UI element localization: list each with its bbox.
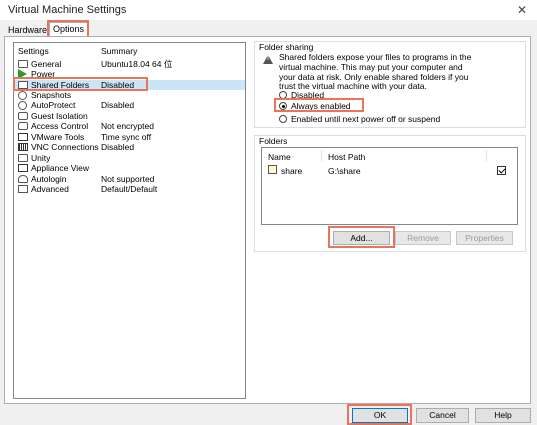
radio-always-enabled-label[interactable]: Always enabled <box>291 101 351 111</box>
host-path-column-header[interactable]: Host Path <box>328 152 365 162</box>
settings-column-header: Settings <box>18 46 49 56</box>
radio-always-enabled[interactable] <box>279 102 287 110</box>
list-item-advanced[interactable]: Advanced Default/Default <box>14 184 245 194</box>
item-name: Guest Isolation <box>31 111 88 121</box>
guest-isolation-icon <box>18 112 28 120</box>
item-summary: Not supported <box>101 174 155 184</box>
window-title: Virtual Machine Settings <box>8 4 127 16</box>
column-divider <box>486 150 487 162</box>
list-item-access-control[interactable]: Access Control Not encrypted <box>14 121 245 131</box>
folder-sharing-title: Folder sharing <box>259 42 314 52</box>
item-summary: Disabled <box>101 142 135 152</box>
vmware-tools-icon <box>18 133 28 141</box>
item-summary: Disabled <box>101 100 135 110</box>
radio-disabled-label[interactable]: Disabled <box>291 90 324 100</box>
item-name: Appliance View <box>31 163 89 173</box>
tab-options[interactable]: Options <box>49 22 88 37</box>
column-divider <box>321 150 322 162</box>
unity-icon <box>18 154 28 162</box>
list-item-snapshots[interactable]: Snapshots <box>14 90 245 100</box>
item-summary: Not encrypted <box>101 121 154 131</box>
cancel-button[interactable]: Cancel <box>416 408 469 423</box>
item-name: VNC Connections <box>31 142 99 152</box>
properties-button[interactable]: Properties <box>456 231 513 245</box>
general-icon <box>18 60 28 68</box>
list-item-autologin[interactable]: Autologin Not supported <box>14 174 245 184</box>
item-name: Autologin <box>31 174 67 184</box>
warning-text: Shared folders expose your files to prog… <box>279 52 472 92</box>
folders-title: Folders <box>259 136 288 146</box>
item-name: VMware Tools <box>31 132 85 142</box>
snapshots-icon <box>18 91 27 100</box>
item-summary: Disabled <box>101 80 135 90</box>
summary-column-header: Summary <box>101 46 138 56</box>
item-name: Advanced <box>31 184 69 194</box>
remove-button[interactable]: Remove <box>395 231 451 245</box>
item-summary: Default/Default <box>101 184 158 194</box>
warning-icon <box>263 55 273 64</box>
autologin-icon <box>18 175 28 183</box>
list-item-autoprotect[interactable]: AutoProtect Disabled <box>14 100 245 110</box>
list-item-general[interactable]: General Ubuntu18.04 64 位 <box>14 59 245 69</box>
item-name: Shared Folders <box>31 80 90 90</box>
shared-folder-icon <box>268 165 277 174</box>
list-item-shared-folders[interactable]: Shared Folders Disabled <box>14 80 245 90</box>
item-name: Power <box>31 69 56 79</box>
item-name: AutoProtect <box>31 100 76 110</box>
item-summary: Time sync off <box>101 132 152 142</box>
folder-enabled-checkbox[interactable] <box>497 166 506 175</box>
name-column-header[interactable]: Name <box>268 152 291 162</box>
item-name: Access Control <box>31 121 89 131</box>
folder-host-path[interactable]: G:\share <box>328 166 361 176</box>
power-icon <box>18 69 27 79</box>
access-control-icon <box>18 122 28 130</box>
item-name: General <box>31 59 62 69</box>
vnc-icon <box>18 143 28 151</box>
list-item-power[interactable]: Power <box>14 69 245 79</box>
list-item-guest-isolation[interactable]: Guest Isolation <box>14 111 245 121</box>
item-name: Unity <box>31 153 51 163</box>
item-summary: Ubuntu18.04 64 位 <box>101 59 173 69</box>
tab-hardware[interactable]: Hardware <box>6 24 49 36</box>
radio-disabled[interactable] <box>279 91 287 99</box>
shared-folders-icon <box>18 81 28 89</box>
close-icon[interactable]: ✕ <box>517 3 527 17</box>
list-item-unity[interactable]: Unity <box>14 153 245 163</box>
radio-until-power-off[interactable] <box>279 115 287 123</box>
folder-name[interactable]: share <box>281 166 302 176</box>
list-item-vnc-connections[interactable]: VNC Connections Disabled <box>14 142 245 152</box>
item-name: Snapshots <box>31 90 72 100</box>
list-item-vmware-tools[interactable]: VMware Tools Time sync off <box>14 132 245 142</box>
list-item-appliance-view[interactable]: Appliance View <box>14 163 245 173</box>
appliance-view-icon <box>18 164 28 172</box>
advanced-icon <box>18 185 28 193</box>
radio-until-power-off-label[interactable]: Enabled until next power off or suspend <box>291 114 440 124</box>
add-button[interactable]: Add... <box>333 231 390 245</box>
settings-list[interactable]: Settings Summary General Ubuntu18.04 64 … <box>13 42 246 399</box>
ok-button[interactable]: OK <box>352 408 408 423</box>
folders-table[interactable]: Name Host Path share G:\share <box>261 147 518 225</box>
autoprotect-icon <box>18 101 27 110</box>
help-button[interactable]: Help <box>475 408 531 423</box>
